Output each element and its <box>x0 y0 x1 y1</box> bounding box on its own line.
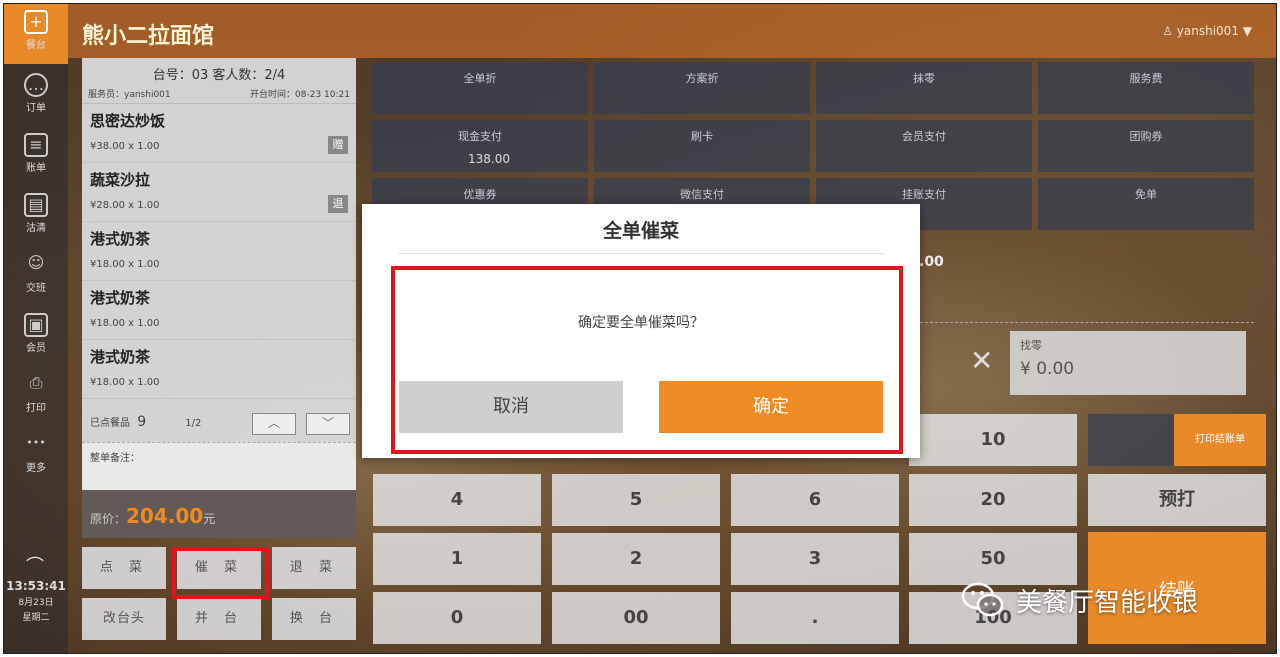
top-bar <box>68 4 1276 58</box>
wechat-icon <box>961 582 1004 617</box>
user-icon: ♙ <box>1162 24 1177 38</box>
preprint-button[interactable]: 预打 <box>1088 474 1266 526</box>
free-order-button[interactable]: 免单 <box>1038 178 1254 230</box>
key-5[interactable]: 5 <box>552 474 720 526</box>
highlight-rush-button <box>172 547 269 599</box>
chevron-down-icon: ﹀ <box>321 416 334 430</box>
service-fee-button[interactable]: 服务费 <box>1038 62 1254 114</box>
list-item[interactable]: 蔬菜沙拉 ¥28.00 x 1.00 退 <box>82 163 356 222</box>
more-dots-icon: ••• <box>26 436 46 449</box>
cash-amount: 138.00 <box>468 152 510 166</box>
document-icon: ▤ <box>24 193 48 217</box>
clock-time: 13:53:41 <box>6 579 66 593</box>
rail-item-member[interactable]: ▣ 会员 <box>4 307 68 367</box>
key-4[interactable]: 4 <box>373 474 541 526</box>
printer-icon: ⎙ <box>29 373 43 392</box>
clock-weekday: 星期二 <box>22 613 50 623</box>
change-display: 找零 ¥ 0.00 <box>1010 331 1246 395</box>
rail-item-bills[interactable]: ≡ 账单 <box>4 127 68 187</box>
key-00[interactable]: 00 <box>552 592 720 644</box>
order-dish-button[interactable]: 点 菜 <box>82 547 166 589</box>
page-up-button[interactable]: ︿ <box>252 413 296 435</box>
app-window: 熊小二拉面馆 ♙ yanshi001 ▼ + 餐台 … 订单 ≡ 账单 ▤ 沽清 ☺ 交班… <box>3 3 1277 654</box>
order-header: 台号：03 客人数：2/4 服务员：yanshi001 开台时间：08-23 10… <box>82 58 356 104</box>
page-down-button[interactable]: ﹀ <box>306 413 350 435</box>
partial-amount: .00 <box>919 254 944 270</box>
list-item[interactable]: 港式奶茶 ¥18.00 x 1.00 <box>82 222 356 281</box>
page-indicator: 1/2 <box>185 418 202 429</box>
bill-icon: ≡ <box>24 133 48 157</box>
key-50[interactable]: 50 <box>909 533 1077 585</box>
waiter-info: 服务员：yanshi001 <box>88 90 171 100</box>
cash-pay-button[interactable]: 现金支付 138.00 <box>372 120 588 172</box>
rail-item-orders[interactable]: … 订单 <box>4 67 68 127</box>
ordered-count: 9 <box>137 414 147 430</box>
rail-item-more[interactable]: ••• 更多 <box>4 427 68 487</box>
clock: 13:53:41 8月23日 星期二 <box>4 579 68 623</box>
groupon-button[interactable]: 团购券 <box>1038 120 1254 172</box>
chevron-up-icon: ︿ <box>267 416 280 430</box>
list-item[interactable]: 港式奶茶 ¥18.00 x 1.00 <box>82 281 356 340</box>
highlight-dialog-body <box>391 266 903 454</box>
left-rail: + 餐台 … 订单 ≡ 账单 ▤ 沽清 ☺ 交班 ▣ 会员 ⎙ 打印 ••• 更多 ︵ 13:5… <box>4 4 68 653</box>
table-info: 台号：03 客人数：2/4 <box>152 68 286 83</box>
change-table-name-button[interactable]: 改台头 <box>82 598 166 640</box>
rail-item-soldout[interactable]: ▤ 沽清 <box>4 187 68 247</box>
key-1[interactable]: 1 <box>373 533 541 585</box>
key-0[interactable]: 0 <box>373 592 541 644</box>
change-value: ¥ 0.00 <box>1020 359 1075 379</box>
user-menu[interactable]: ♙ yanshi001 ▼ <box>1162 24 1252 38</box>
switch-table-button[interactable]: 换 台 <box>272 598 356 640</box>
key-10[interactable]: 10 <box>909 414 1077 466</box>
key-3[interactable]: 3 <box>731 533 899 585</box>
card-pay-button[interactable]: 刷卡 <box>594 120 810 172</box>
dialog-title: 全单催菜 <box>602 220 679 242</box>
key-6[interactable]: 6 <box>731 474 899 526</box>
round-off-button[interactable]: 抹零 <box>816 62 1032 114</box>
wifi-icon: ︵ <box>26 544 44 565</box>
chat-icon: … <box>24 73 48 97</box>
key-dot[interactable]: . <box>731 592 899 644</box>
person-icon: ☺ <box>27 253 45 272</box>
watermark: 美餐厅智能收银 <box>960 580 1198 620</box>
discount-whole-button[interactable]: 全单折 <box>372 62 588 114</box>
print-bill-button[interactable]: 打印结账单 <box>1174 414 1266 466</box>
member-pay-button[interactable]: 会员支付 <box>816 120 1032 172</box>
gift-badge: 赠 <box>328 136 348 154</box>
return-dish-button[interactable]: 退 菜 <box>272 547 356 589</box>
merge-table-button[interactable]: 并 台 <box>177 598 261 640</box>
rail-item-print[interactable]: ⎙ 打印 <box>4 367 68 427</box>
return-badge: 退 <box>328 195 348 213</box>
total-amount: 204.00 <box>126 504 204 528</box>
order-total: 原价：204.00元 <box>82 490 356 538</box>
list-item[interactable]: 港式奶茶 ¥18.00 x 1.00 <box>82 340 356 399</box>
close-icon[interactable]: ✕ <box>970 344 993 377</box>
member-card-icon: ▣ <box>24 313 48 337</box>
chevron-down-icon: ▼ <box>1238 24 1252 38</box>
clock-date: 8月23日 <box>18 598 54 608</box>
rail-item-shift[interactable]: ☺ 交班 <box>4 247 68 307</box>
username: yanshi001 <box>1176 24 1239 38</box>
shop-title: 熊小二拉面馆 <box>82 24 215 49</box>
order-note[interactable]: 整单备注： <box>82 442 356 490</box>
rail-item-tables[interactable]: + 餐台 <box>4 4 68 64</box>
list-item[interactable]: 思密达炒饭 ¥38.00 x 1.00 赠 <box>82 104 356 163</box>
key-2[interactable]: 2 <box>552 533 720 585</box>
key-20[interactable]: 20 <box>909 474 1077 526</box>
order-panel: 台号：03 客人数：2/4 服务员：yanshi001 开台时间：08-23 10… <box>82 58 356 538</box>
watermark-text: 美餐厅智能收银 <box>1016 587 1199 618</box>
discount-plan-button[interactable]: 方案折 <box>594 62 810 114</box>
plus-square-icon: + <box>24 10 48 34</box>
open-time: 开台时间：08-23 10:21 <box>250 90 350 100</box>
